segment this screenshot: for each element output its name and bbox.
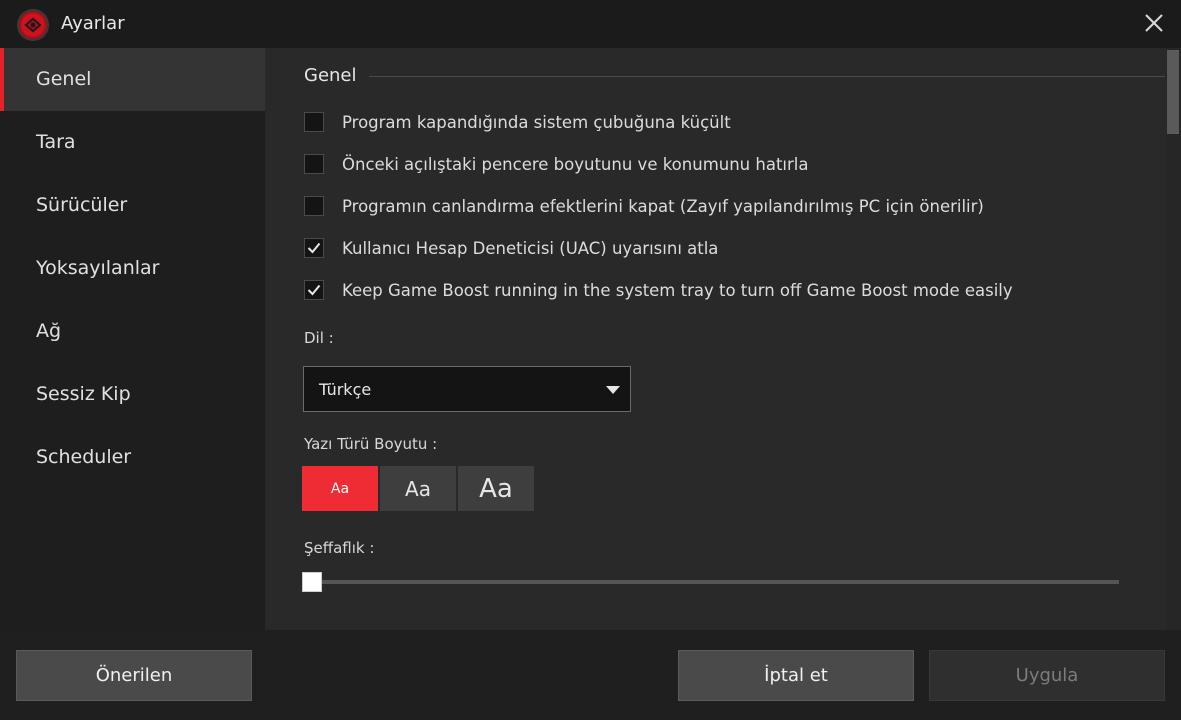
sidebar-item-label: Tara — [36, 131, 76, 153]
language-select[interactable]: Türkçe — [303, 366, 631, 412]
checkbox[interactable] — [304, 280, 324, 300]
settings-window: Ayarlar Genel Tara Sürücüler Yoksayılanl… — [0, 0, 1181, 720]
sidebar-item-suruculer[interactable]: Sürücüler — [0, 174, 265, 237]
option-label: Program kapandığında sistem çubuğuna küç… — [342, 113, 731, 132]
cancel-button[interactable]: İptal et — [678, 650, 914, 701]
font-size-small-button[interactable]: Aa — [302, 466, 378, 511]
checkbox[interactable] — [304, 196, 324, 216]
option-label: Programın canlandırma efektlerini kapat … — [342, 197, 984, 216]
option-label: Önceki açılıştaki pencere boyutunu ve ko… — [342, 155, 809, 174]
close-icon[interactable] — [1141, 10, 1167, 36]
sidebar-item-genel[interactable]: Genel — [0, 48, 265, 111]
sidebar-item-label: Ağ — [36, 320, 62, 342]
option-label: Keep Game Boost running in the system tr… — [342, 281, 1013, 300]
option-label: Kullanıcı Hesap Deneticisi (UAC) uyarısı… — [342, 239, 719, 258]
checkbox[interactable] — [304, 154, 324, 174]
sidebar-item-sessiz-kip[interactable]: Sessiz Kip — [0, 363, 265, 426]
checkbox[interactable] — [304, 112, 324, 132]
sidebar-item-label: Scheduler — [36, 446, 132, 468]
font-size-large-button[interactable]: Aa — [458, 466, 534, 511]
language-label: Dil : — [304, 329, 334, 347]
sidebar-item-tara[interactable]: Tara — [0, 111, 265, 174]
window-title: Ayarlar — [61, 13, 125, 34]
font-size-medium-button[interactable]: Aa — [380, 466, 456, 511]
language-selected-value: Türkçe — [319, 380, 372, 399]
apply-button[interactable]: Uygula — [929, 650, 1165, 701]
settings-content: Genel Program kapandığında sistem çubuğu… — [265, 48, 1181, 630]
transparency-slider-handle[interactable] — [302, 572, 322, 592]
sidebar: Genel Tara Sürücüler Yoksayılanlar Ağ Se… — [0, 48, 265, 630]
sidebar-item-label: Sessiz Kip — [36, 383, 131, 405]
scrollbar-thumb[interactable] — [1167, 50, 1179, 134]
font-size-label: Yazı Türü Boyutu : — [304, 435, 438, 453]
checkmark-icon — [307, 242, 321, 254]
title-bar: Ayarlar — [0, 0, 1181, 48]
section-divider — [369, 76, 1165, 77]
checkmark-icon — [307, 284, 321, 296]
dropdown-arrow-icon — [606, 386, 620, 394]
sidebar-item-ag[interactable]: Ağ — [0, 300, 265, 363]
section-title: Genel — [304, 65, 357, 86]
sidebar-item-label: Genel — [36, 68, 92, 90]
transparency-slider-track[interactable] — [305, 580, 1119, 584]
footer-bar: Önerilen İptal et Uygula — [0, 630, 1181, 720]
checkbox[interactable] — [304, 238, 324, 258]
transparency-label: Şeffaflık : — [304, 539, 375, 557]
iobit-logo-icon — [17, 9, 49, 41]
sidebar-item-label: Sürücüler — [36, 194, 128, 216]
sidebar-item-label: Yoksayılanlar — [36, 257, 160, 279]
sidebar-item-yoksayilanlar[interactable]: Yoksayılanlar — [0, 237, 265, 300]
sidebar-item-scheduler[interactable]: Scheduler — [0, 426, 265, 489]
recommended-button[interactable]: Önerilen — [16, 650, 252, 701]
scrollbar[interactable] — [1166, 48, 1181, 630]
